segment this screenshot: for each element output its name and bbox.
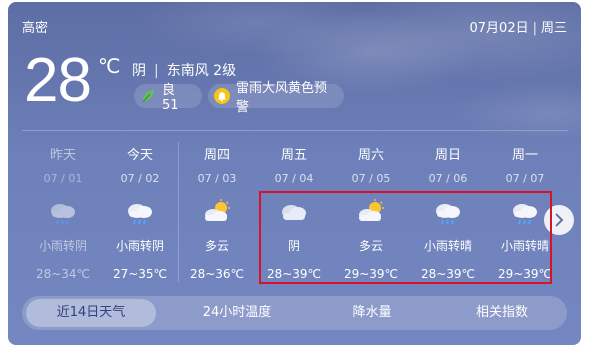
forecast-temperature: 28~34℃ — [25, 265, 101, 283]
forecast-date: 07 / 05 — [333, 171, 409, 187]
forecast-day[interactable]: 今天 07 / 02 小雨转阴 27~35℃ — [102, 147, 178, 283]
forecast-condition: 多云 — [179, 237, 255, 255]
forecast-date: 07 / 02 — [102, 171, 178, 187]
forecast-date: 07 / 07 — [487, 171, 563, 187]
forecast-day-name: 周一 — [487, 147, 563, 165]
air-quality-badge[interactable]: 良 51 — [134, 84, 202, 108]
partly-cloudy-icon — [179, 199, 255, 227]
tab-precipitation[interactable]: 降水量 — [307, 296, 437, 330]
forecast-temperature: 28~36℃ — [179, 265, 255, 283]
date-text: 07月02日 — [470, 21, 529, 36]
leaf-icon — [140, 88, 156, 104]
forecast-day-name: 周五 — [256, 147, 332, 165]
current-temperature: 28 — [24, 46, 91, 116]
forecast-day-name: 周六 — [333, 147, 409, 165]
forecast-day-name: 周四 — [179, 147, 255, 165]
highlight-box — [259, 191, 552, 284]
forecast-date: 07 / 06 — [410, 171, 486, 187]
bell-alert-icon — [214, 88, 230, 104]
light-rain-icon — [25, 199, 101, 227]
current-condition: 阴 | 东南风 2级 — [132, 60, 236, 80]
weekday-text: 周三 — [541, 21, 567, 36]
forecast-day-name: 今天 — [102, 147, 178, 165]
condition-text: 阴 — [132, 63, 146, 79]
forecast-day-name: 周日 — [410, 147, 486, 165]
city-name[interactable]: 高密 — [22, 17, 48, 36]
alert-text: 雷雨大风黄色预警 — [236, 77, 336, 115]
date-display: 07月02日 | 周三 — [470, 17, 568, 36]
forecast-date: 07 / 04 — [256, 171, 332, 187]
chevron-right-icon — [554, 213, 564, 227]
light-rain-icon — [102, 199, 178, 227]
forecast-day-name: 昨天 — [25, 147, 101, 165]
forecast-condition: 小雨转阴 — [25, 237, 101, 255]
temperature-unit: ℃ — [98, 54, 120, 78]
tab-24-hour-temperature[interactable]: 24小时温度 — [172, 296, 302, 330]
date-separator: | — [533, 21, 537, 36]
forecast-condition: 小雨转阴 — [102, 237, 178, 255]
forecast-date: 07 / 03 — [179, 171, 255, 187]
tab-14-day-weather[interactable]: 近14日天气 — [26, 299, 156, 327]
weather-card: 高密 07月02日 | 周三 28 ℃ 阴 | 东南风 2级 良 51 雷雨大风黄色预警… — [8, 2, 581, 345]
forecast-temperature: 27~35℃ — [102, 265, 178, 283]
tab-related-indices[interactable]: 相关指数 — [437, 296, 567, 330]
condition-separator: | — [154, 63, 159, 79]
forecast-day[interactable]: 昨天 07 / 01 小雨转阴 28~34℃ — [25, 147, 101, 283]
tab-bar: 近14日天气 24小时温度 降水量 相关指数 — [22, 296, 567, 330]
wind-text: 东南风 2级 — [167, 63, 236, 79]
aqi-text: 良 51 — [162, 79, 194, 113]
forecast-day[interactable]: 周四 07 / 03 多云 28~36℃ — [179, 147, 255, 283]
section-divider — [22, 130, 568, 131]
weather-alert-badge[interactable]: 雷雨大风黄色预警 — [208, 84, 344, 108]
forecast-date: 07 / 01 — [25, 171, 101, 187]
